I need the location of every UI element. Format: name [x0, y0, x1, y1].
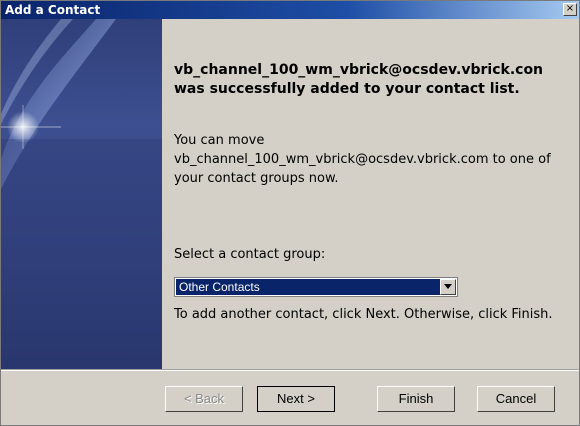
back-button[interactable]: < Back [165, 386, 243, 412]
move-instructions: You can move vb_channel_100_wm_vbrick@oc… [174, 133, 551, 186]
add-contact-dialog: Add a Contact × vb_channel_100_wm_vbrick… [0, 0, 580, 426]
chevron-down-icon [444, 284, 452, 289]
dropdown-arrow-button[interactable] [440, 279, 456, 295]
cancel-button[interactable]: Cancel [477, 386, 555, 412]
wizard-side-banner [1, 19, 162, 369]
wizard-content: vb_channel_100_wm_vbrick@ocsdev.vbrick.c… [162, 19, 579, 369]
close-icon: × [565, 3, 575, 14]
contact-group-dropdown[interactable]: Other Contacts [174, 277, 458, 297]
contact-group-label: Select a contact group: [174, 247, 326, 262]
button-area-divider [1, 369, 579, 371]
banner-swoosh-graphic [1, 19, 162, 369]
close-button[interactable]: × [563, 3, 577, 16]
finish-button[interactable]: Finish [377, 386, 455, 412]
next-button[interactable]: Next > [257, 386, 335, 412]
title-bar[interactable]: Add a Contact × [1, 1, 579, 19]
success-headline: vb_channel_100_wm_vbrick@ocsdev.vbrick.c… [174, 62, 544, 97]
next-finish-hint: To add another contact, click Next. Othe… [174, 307, 553, 322]
window-title: Add a Contact [5, 3, 101, 17]
contact-group-selected-value[interactable]: Other Contacts [176, 279, 440, 295]
